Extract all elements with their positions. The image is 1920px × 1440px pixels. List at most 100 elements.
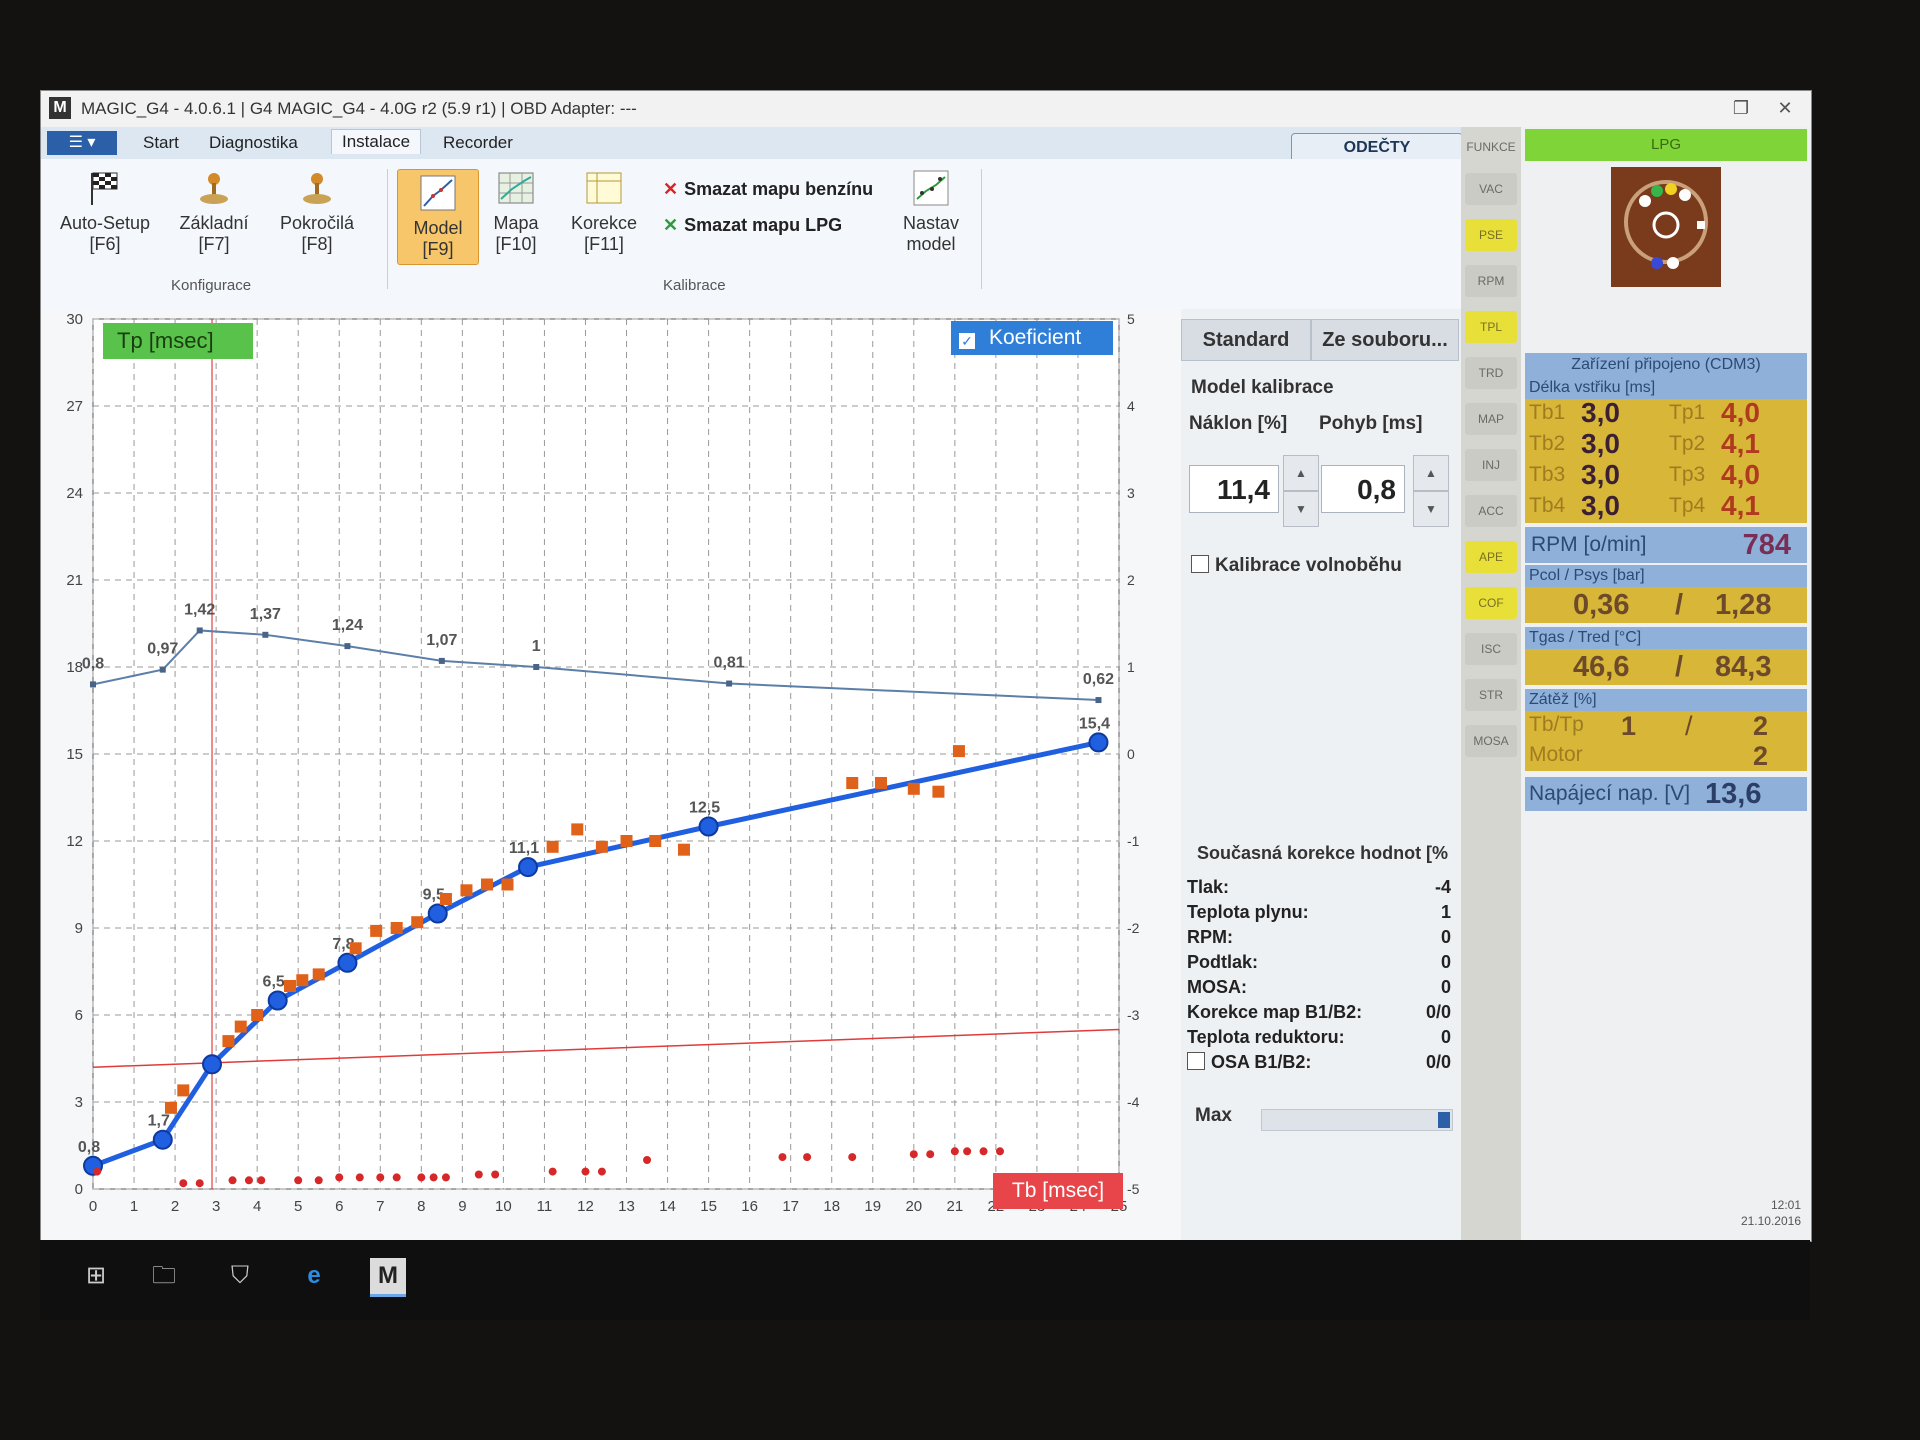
funkce-rpm[interactable]: RPM xyxy=(1465,265,1517,297)
tb-value: 3,0 xyxy=(1581,459,1620,490)
funkce-vac[interactable]: VAC xyxy=(1465,173,1517,205)
zero-hit-point xyxy=(244,1176,253,1185)
restore-button[interactable]: ❐ xyxy=(1721,95,1761,121)
zero-hit-point xyxy=(995,1147,1004,1156)
funkce-isc[interactable]: ISC xyxy=(1465,633,1517,665)
funkce-ape[interactable]: APE xyxy=(1465,541,1517,573)
funkce-acc[interactable]: ACC xyxy=(1465,495,1517,527)
funkce-tpl[interactable]: TPL xyxy=(1465,311,1517,343)
measured-point xyxy=(620,835,633,847)
app-menu-button[interactable]: ☰ ▾ xyxy=(47,131,117,155)
joystick-icon xyxy=(200,173,228,204)
naklon-up-icon[interactable]: ▲ xyxy=(1283,455,1319,491)
tp-value: 4,0 xyxy=(1721,397,1760,428)
osa-checkbox-icon[interactable] xyxy=(1187,1052,1205,1070)
naklon-down-icon[interactable]: ▼ xyxy=(1283,491,1319,527)
mapa-key: [F10] xyxy=(495,234,537,254)
zero-hit-point xyxy=(926,1150,935,1159)
tab-diagnostika[interactable]: Diagnostika xyxy=(209,133,298,153)
funkce-str[interactable]: STR xyxy=(1465,679,1517,711)
tp-value: 4,0 xyxy=(1721,459,1760,490)
napajeci-value: 13,6 xyxy=(1705,778,1762,810)
koeficient-point xyxy=(533,664,540,670)
selector-dial[interactable] xyxy=(1611,167,1721,287)
status-panel: LPG Zařízení připojeno (CDM3) Délka vstř… xyxy=(1521,127,1811,1241)
internet-explorer-icon[interactable]: e xyxy=(296,1258,332,1294)
korekce-label: Podtlak: xyxy=(1187,952,1259,972)
tp-value: 4,1 xyxy=(1721,490,1760,521)
funkce-strip: FUNKCE VAC PSE RPM TPL TRD MAP INJ ACC APE COF ISC… xyxy=(1461,127,1521,1241)
tb-label: Tb4 xyxy=(1529,494,1566,517)
mapa-button[interactable]: Mapa [F10] xyxy=(481,169,551,255)
measured-point xyxy=(932,785,945,798)
measured-point xyxy=(164,1101,177,1114)
model-label: 6,5 xyxy=(263,974,285,991)
magic-app-icon[interactable]: M xyxy=(370,1258,406,1297)
koeficient-toggle[interactable]: ✓ Koeficient xyxy=(951,321,1113,355)
tb-value: 3,0 xyxy=(1581,428,1620,459)
pohyb-up-icon[interactable]: ▲ xyxy=(1413,455,1449,491)
x-tick-label: 5 xyxy=(294,1198,302,1215)
pohyb-input[interactable]: 0,8 xyxy=(1321,465,1405,513)
x-tick-label: 1 xyxy=(130,1198,138,1215)
tbtp-label: Tb/Tp xyxy=(1529,713,1584,736)
funkce-trd[interactable]: TRD xyxy=(1465,357,1517,389)
clock[interactable]: 12:01 21.10.2016 xyxy=(1721,1197,1801,1229)
close-button[interactable]: ✕ xyxy=(1765,95,1805,121)
x-tick-label: 14 xyxy=(659,1198,676,1215)
model-button[interactable]: Model [F9] xyxy=(397,169,479,265)
pcol-slash: / xyxy=(1675,589,1684,621)
zakladni-button[interactable]: Základní [F7] xyxy=(169,169,259,255)
pcol-value: 0,36 xyxy=(1573,589,1630,621)
korekce-button[interactable]: Korekce [F11] xyxy=(561,169,647,255)
mapa-label: Mapa xyxy=(493,213,539,233)
y-tick-label: 12 xyxy=(66,833,83,850)
auto-setup-button[interactable]: Auto-Setup [F6] xyxy=(55,169,155,255)
ze-souboru-button[interactable]: Ze souboru... xyxy=(1311,319,1459,361)
koeficient-label: 1 xyxy=(532,638,541,655)
measured-point xyxy=(907,782,920,795)
file-explorer-icon[interactable]: 🗀 xyxy=(146,1258,182,1294)
measured-point xyxy=(390,922,403,934)
pohyb-spinner: 0,8 ▲ ▼ xyxy=(1321,455,1451,527)
zero-hit-point xyxy=(257,1176,266,1185)
funkce-mosa[interactable]: MOSA xyxy=(1465,725,1517,757)
kalibrace-volnobehu-option[interactable]: Kalibrace volnoběhu xyxy=(1191,555,1402,577)
measured-point xyxy=(480,878,493,891)
measured-point xyxy=(874,777,887,789)
pohyb-down-icon[interactable]: ▼ xyxy=(1413,491,1449,527)
smazat-lpg-action[interactable]: ✕ Smazat mapu LPG xyxy=(663,215,842,236)
windows-start-icon[interactable]: ⊞ xyxy=(78,1258,114,1294)
calibration-chart[interactable]: 0123456789101112131415161718192021222324… xyxy=(41,309,1181,1241)
funkce-map[interactable]: MAP xyxy=(1465,403,1517,435)
smazat-lpg-label: Smazat mapu LPG xyxy=(684,215,843,235)
model-point xyxy=(1088,732,1109,753)
app-logo: M xyxy=(49,97,71,119)
group-kalibrace: Kalibrace xyxy=(663,277,726,294)
zero-hit-point xyxy=(376,1173,385,1182)
tred-value: 84,3 xyxy=(1715,651,1772,683)
korekce-value: 1 xyxy=(1440,902,1451,922)
smazat-benzin-label: Smazat mapu benzínu xyxy=(684,179,874,199)
pokrocila-label: Pokročilá xyxy=(279,213,355,233)
model-label: 0,8 xyxy=(78,1139,100,1156)
korekce-label: Korekce xyxy=(570,213,638,233)
funkce-inj[interactable]: INJ xyxy=(1465,449,1517,481)
nastav-model-button[interactable]: Nastav model xyxy=(891,169,971,255)
pohyb-label: Pohyb [ms] xyxy=(1319,413,1423,434)
smazat-benzin-action[interactable]: ✕ Smazat mapu benzínu xyxy=(663,179,873,200)
standard-button[interactable]: Standard xyxy=(1181,319,1311,361)
naklon-input[interactable]: 11,4 xyxy=(1189,465,1279,513)
funkce-pse[interactable]: PSE xyxy=(1465,219,1517,251)
tb-label: Tb2 xyxy=(1529,432,1566,455)
funkce-cof[interactable]: COF xyxy=(1465,587,1517,619)
tab-recorder[interactable]: Recorder xyxy=(443,133,513,153)
clock-date: 21.10.2016 xyxy=(1740,1214,1801,1228)
checkbox-icon[interactable] xyxy=(1191,555,1209,573)
store-icon[interactable]: ⛉ xyxy=(222,1258,258,1294)
tab-start[interactable]: Start xyxy=(143,133,179,153)
measured-point xyxy=(283,980,296,992)
pokrocila-button[interactable]: Pokročilá [F8] xyxy=(269,169,365,255)
korekce-value: 0 xyxy=(1440,1027,1451,1047)
tab-instalace[interactable]: Instalace xyxy=(331,129,422,154)
